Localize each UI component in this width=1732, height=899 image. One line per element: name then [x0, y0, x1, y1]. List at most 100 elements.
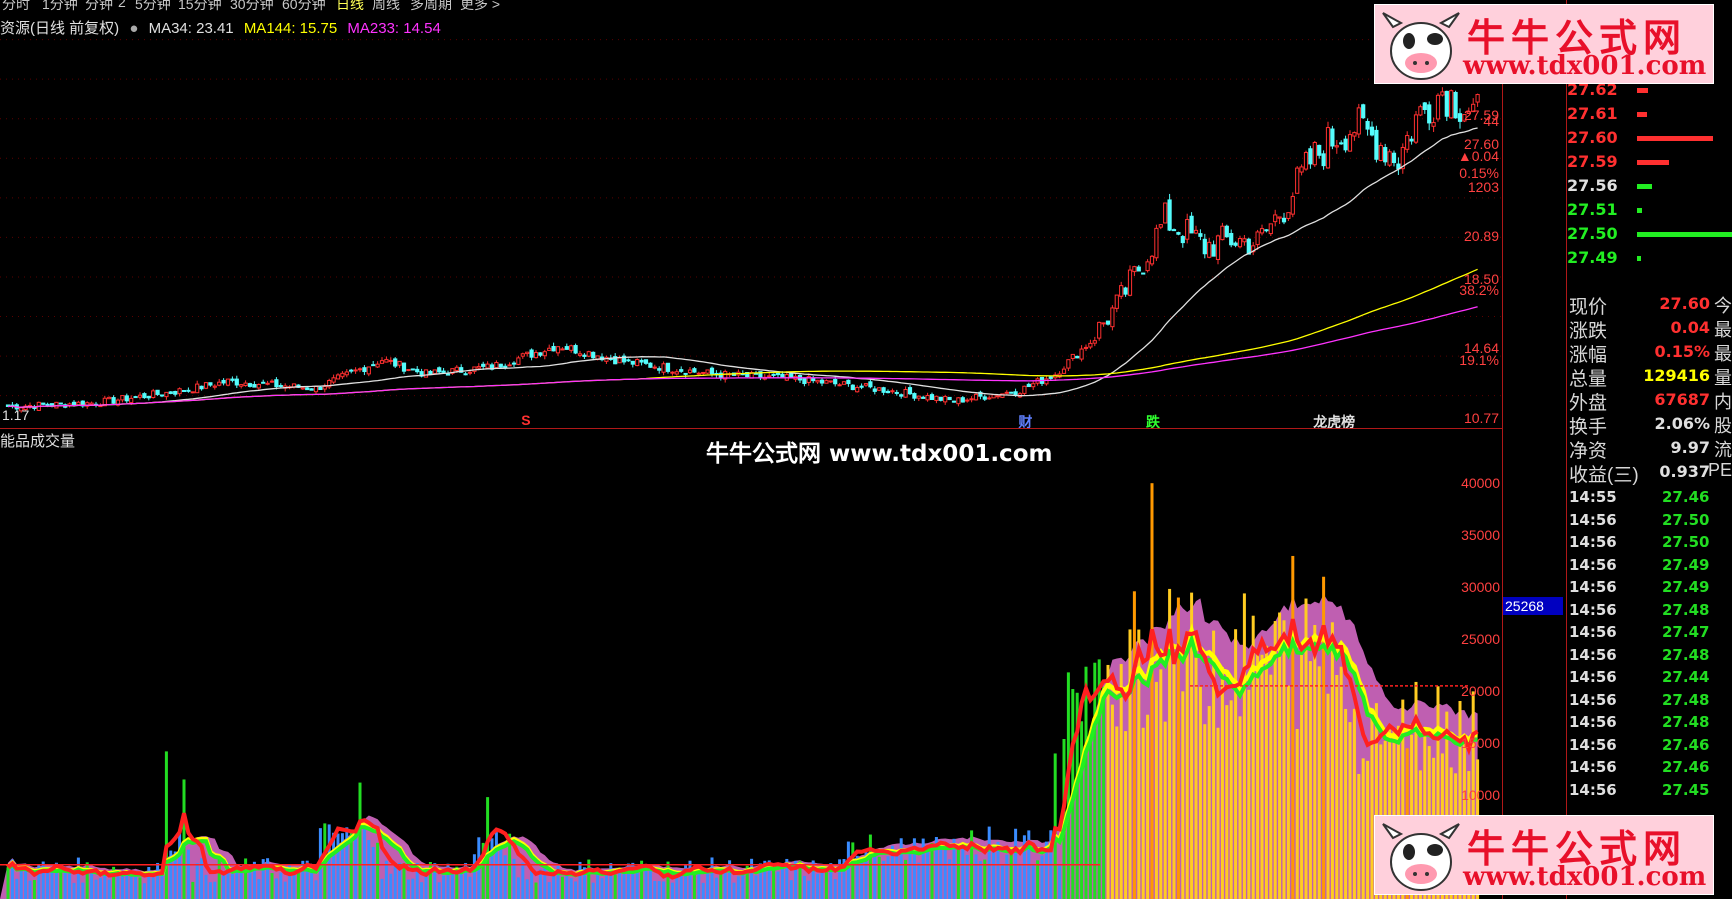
volume-axis-label: 40000 [1461, 475, 1500, 492]
tick-price: 27.45 [1662, 780, 1710, 799]
volume-bar [956, 849, 960, 899]
quote-row: 净资 9.97 流 [1567, 436, 1732, 462]
quote-suffix: 内 [1714, 392, 1732, 412]
volume-bar [943, 842, 947, 899]
candle-body [1374, 129, 1379, 160]
cow-icon [1382, 12, 1460, 80]
settings-icon[interactable]: ● [129, 20, 138, 37]
period-tab[interactable]: 日线 [336, 0, 364, 12]
volume-bar [780, 867, 784, 899]
candle-body [177, 388, 182, 395]
orderbook-price: 27.49 [1567, 248, 1618, 267]
volume-bar [851, 842, 855, 899]
period-tab[interactable]: 多周期 [410, 0, 452, 12]
period-tab[interactable]: 2 [118, 0, 126, 10]
candle-body [76, 401, 81, 406]
period-tab[interactable]: 周线 [372, 0, 400, 12]
period-tab[interactable]: 15分钟 [178, 0, 222, 12]
volume-bar [736, 876, 740, 899]
price-chart[interactable] [0, 36, 1502, 428]
candle-body [692, 368, 697, 373]
candle-body [195, 383, 200, 394]
volume-bar [1247, 689, 1251, 899]
volume-bar [230, 873, 234, 899]
candle-body [274, 379, 279, 388]
volume-bar [376, 842, 380, 899]
volume-bar [525, 879, 529, 899]
volume-bar [354, 833, 358, 899]
candle-body [973, 393, 979, 401]
volume-bar [151, 877, 155, 899]
quote-label: 外盘 [1569, 393, 1608, 414]
candle-body [225, 378, 231, 386]
period-tab[interactable]: 更多 > [460, 0, 500, 12]
candle-body [925, 394, 930, 401]
candle-body [938, 396, 943, 401]
candle-body [907, 387, 913, 395]
candle-body [463, 373, 468, 376]
volume-bar [1150, 483, 1154, 899]
candle-body [1391, 152, 1397, 164]
candle-body [789, 372, 794, 379]
volume-bar [807, 880, 811, 899]
volume-bar [1242, 593, 1246, 899]
candle-body [1286, 212, 1291, 219]
volume-bar [1238, 716, 1242, 899]
candle-body [1295, 167, 1300, 194]
tick-row: 14:56 27.48 [1567, 601, 1732, 623]
candle-body [1176, 232, 1181, 235]
orderbook-row: 27.50 [1567, 224, 1732, 248]
candle-body [1347, 134, 1353, 152]
tick-row: 14:56 27.48 [1567, 691, 1732, 713]
tick-time: 14:56 [1569, 645, 1617, 664]
candle-body [1101, 322, 1106, 325]
candle-body [1334, 145, 1339, 148]
candle-body [991, 394, 996, 399]
volume-bar [208, 882, 212, 899]
volume-bar [1366, 760, 1370, 899]
period-tab[interactable]: 1分钟 [42, 0, 78, 12]
candle-body [357, 368, 363, 371]
volume-bar [94, 879, 98, 899]
candle-body [133, 396, 138, 399]
quote-row: 总量 129416 量 [1567, 364, 1732, 390]
candle-body [841, 381, 847, 385]
period-tab[interactable]: 5分钟 [135, 0, 171, 12]
candle-body [696, 372, 701, 375]
volume-bar [1110, 704, 1114, 899]
volume-bar [899, 838, 903, 899]
candle-body [278, 385, 283, 388]
candle-body [586, 351, 591, 357]
volume-bar [442, 875, 446, 899]
candle-body [547, 347, 552, 351]
candle-body [1123, 287, 1128, 295]
candle-body [1299, 166, 1304, 173]
tick-price: 27.46 [1662, 488, 1710, 506]
candle-body [349, 369, 354, 372]
candle-body [371, 364, 376, 367]
tick-price: 27.50 [1662, 510, 1710, 529]
period-tab[interactable]: 分时 [2, 0, 30, 12]
candle-body [344, 371, 349, 376]
candle-body [679, 369, 684, 372]
tick-row: 14:56 27.50 [1567, 511, 1732, 533]
candle-body [533, 352, 539, 359]
period-tab[interactable]: 分钟 [85, 0, 113, 12]
candle-body [1207, 241, 1212, 258]
candle-body [1277, 216, 1282, 219]
volume-bar [164, 751, 168, 899]
volume-bar [274, 878, 278, 899]
candle-body [1061, 368, 1067, 374]
volume-bar [1225, 705, 1229, 899]
period-tab[interactable]: 30分钟 [230, 0, 274, 12]
quote-row: 涨跌 0.04 最 [1567, 316, 1732, 342]
volume-bar [776, 871, 780, 899]
tick-time: 14:56 [1569, 510, 1617, 529]
volume-bar [1313, 625, 1317, 899]
volume-bar [1018, 863, 1022, 899]
volume-bar [314, 880, 318, 899]
volume-chart[interactable] [0, 452, 1502, 899]
event-marker: S [521, 412, 531, 428]
period-tab[interactable]: 60分钟 [282, 0, 326, 12]
volume-bar [662, 881, 666, 899]
